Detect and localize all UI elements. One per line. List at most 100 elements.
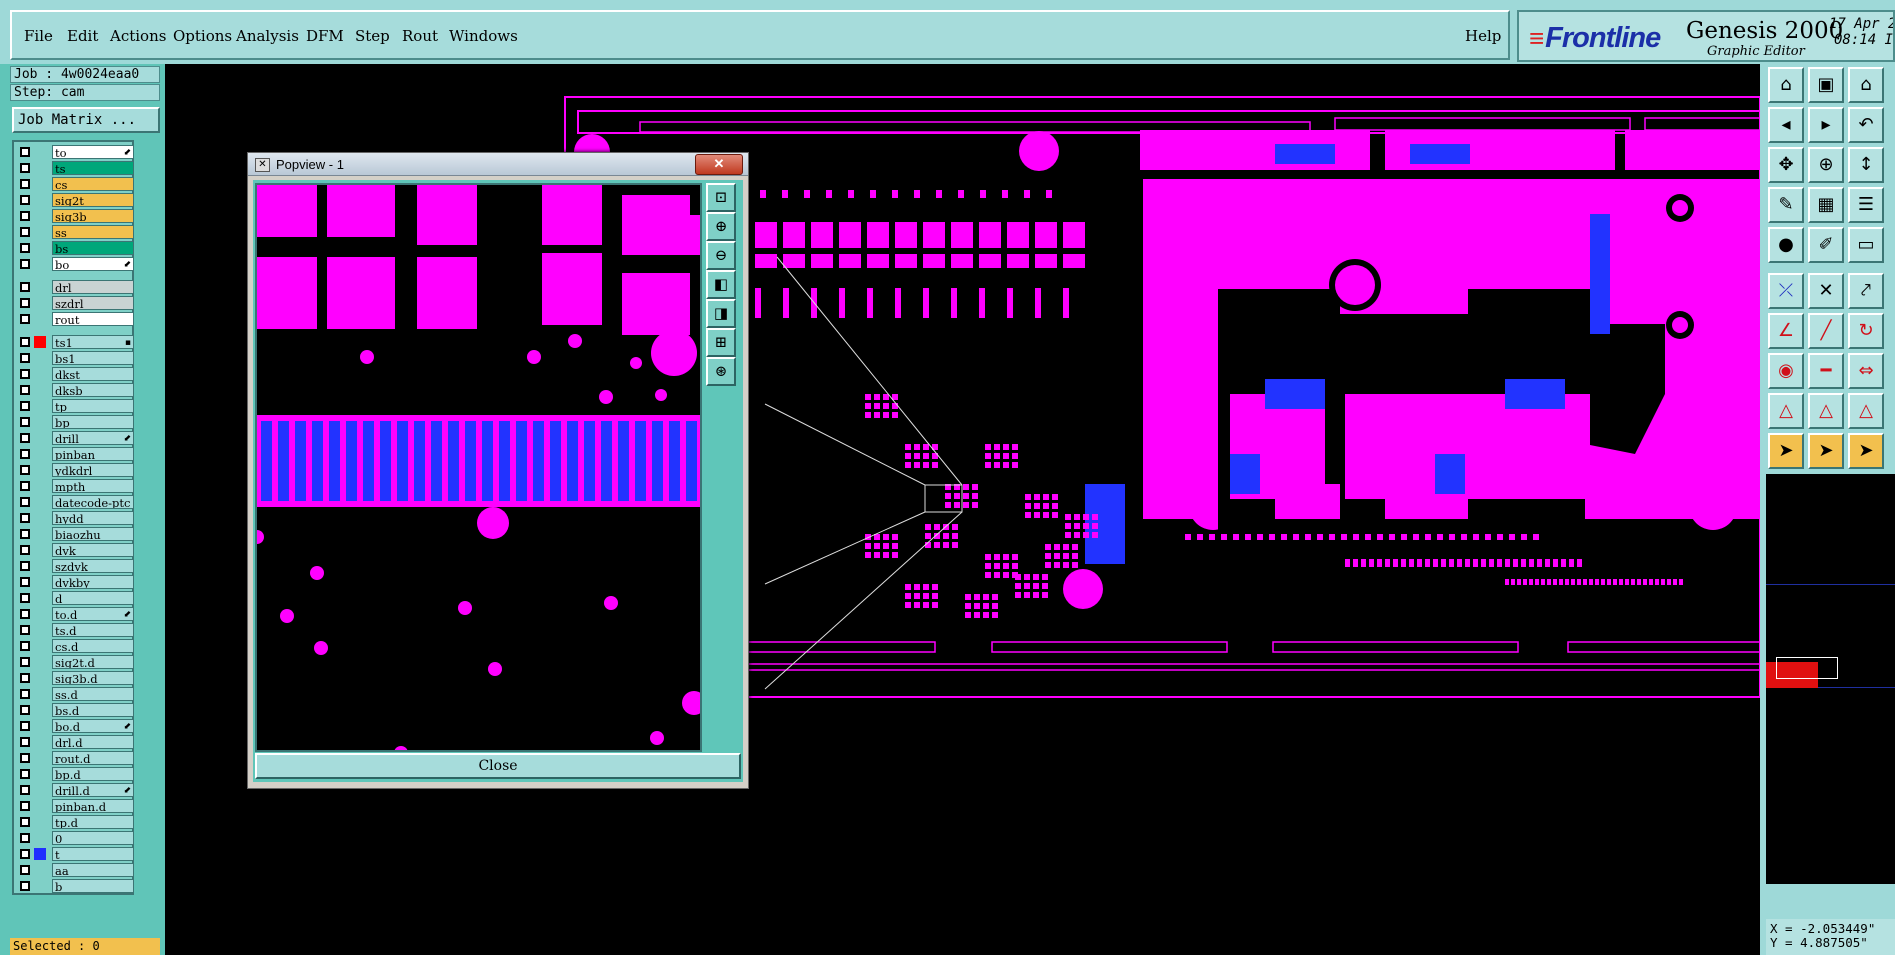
popview-titlebar[interactable]: ✕ Popview - 1 ✕: [248, 153, 748, 176]
layer-row[interactable]: ts1 ▪: [16, 335, 134, 349]
layer-name[interactable]: bo ⬋: [52, 257, 134, 271]
layer-row[interactable]: bs.d: [16, 703, 134, 717]
house-icon[interactable]: ⌂: [1848, 67, 1884, 103]
layer-name[interactable]: ts1 ▪: [52, 335, 134, 349]
diag-icon[interactable]: ╱: [1808, 313, 1844, 349]
layer-name[interactable]: drill.d ⬋: [52, 783, 134, 797]
layer-row[interactable]: sig3b: [16, 209, 134, 223]
layer-name[interactable]: sig3b: [52, 209, 134, 223]
layer-row[interactable]: drl.d: [16, 735, 134, 749]
layer-name[interactable]: cs: [52, 177, 134, 191]
layer-row[interactable]: sig2t: [16, 193, 134, 207]
layer-checkbox[interactable]: [20, 817, 30, 827]
layer-name[interactable]: bs: [52, 241, 134, 255]
overview-viewport[interactable]: [1776, 657, 1838, 679]
left-arrow-icon[interactable]: ◂: [1768, 107, 1804, 143]
layer-name[interactable]: t: [52, 847, 134, 861]
layer-name[interactable]: bp.d: [52, 767, 134, 781]
layer-row[interactable]: pinban: [16, 447, 134, 461]
pointer-icon[interactable]: ➤: [1768, 433, 1804, 469]
job-matrix-button[interactable]: Job Matrix ...: [12, 107, 160, 133]
layer-row[interactable]: bo ⬋: [16, 257, 134, 271]
layer-checkbox[interactable]: [20, 211, 30, 221]
layer-name[interactable]: bs1: [52, 351, 134, 365]
layer-name[interactable]: sig2t.d: [52, 655, 134, 669]
layer-row[interactable]: ts: [16, 161, 134, 175]
layer-row[interactable]: datecode-ptc: [16, 495, 134, 509]
zoom-fit-icon[interactable]: ⊡: [706, 183, 736, 212]
layer-name[interactable]: cs.d: [52, 639, 134, 653]
layer-row[interactable]: ydkdrl: [16, 463, 134, 477]
layer-name[interactable]: hydd: [52, 511, 134, 525]
layer-checkbox[interactable]: [20, 314, 30, 324]
layer-row[interactable]: dvkby: [16, 575, 134, 589]
layer-checkbox[interactable]: [20, 417, 30, 427]
layer-checkbox[interactable]: [20, 481, 30, 491]
rotate-icon[interactable]: ↻: [1848, 313, 1884, 349]
layer-checkbox[interactable]: [20, 513, 30, 523]
layer-row[interactable]: biaozhu: [16, 527, 134, 541]
edit-line-icon[interactable]: ✐: [1808, 227, 1844, 263]
layer-checkbox[interactable]: [20, 753, 30, 763]
layer-checkbox[interactable]: [20, 147, 30, 157]
node-icon[interactable]: ◉: [1768, 353, 1804, 389]
layer-row[interactable]: ss.d: [16, 687, 134, 701]
menu-help[interactable]: Help: [1465, 27, 1501, 45]
pointer-alt-icon[interactable]: ➤: [1848, 433, 1884, 469]
layer-checkbox[interactable]: [20, 641, 30, 651]
layer-row[interactable]: sig3b.d: [16, 671, 134, 685]
layer-name[interactable]: dkst: [52, 367, 134, 381]
layer-checkbox[interactable]: [20, 433, 30, 443]
layer-checkbox[interactable]: [20, 609, 30, 619]
layer-checkbox[interactable]: [20, 353, 30, 363]
pan-right-icon[interactable]: ◨: [706, 299, 736, 328]
popview-zoomed-board[interactable]: [257, 185, 700, 750]
layer-name[interactable]: dvkby: [52, 575, 134, 589]
layer-row[interactable]: bp: [16, 415, 134, 429]
triangle-icon[interactable]: △: [1768, 393, 1804, 429]
layer-checkbox[interactable]: [20, 259, 30, 269]
right-arrow-icon[interactable]: ▸: [1808, 107, 1844, 143]
window-close-button[interactable]: ✕: [695, 154, 743, 175]
layer-name[interactable]: rout.d: [52, 751, 134, 765]
layer-checkbox[interactable]: [20, 179, 30, 189]
popview-canvas[interactable]: [255, 183, 702, 752]
layer-row[interactable]: dvk: [16, 543, 134, 557]
layer-name[interactable]: b: [52, 879, 134, 893]
cross-icon[interactable]: ✕: [1808, 273, 1844, 309]
menu-windows[interactable]: Windows: [449, 27, 518, 45]
layer-checkbox[interactable]: [20, 545, 30, 555]
popview-close-button[interactable]: Close: [255, 753, 741, 779]
layer-row[interactable]: szdrl: [16, 296, 134, 310]
layer-name[interactable]: ss.d: [52, 687, 134, 701]
layer-checkbox[interactable]: [20, 625, 30, 635]
layer-name[interactable]: mpth: [52, 479, 134, 493]
layer-name[interactable]: pinban: [52, 447, 134, 461]
layer-checkbox[interactable]: [20, 227, 30, 237]
layer-checkbox[interactable]: [20, 769, 30, 779]
layer-row[interactable]: rout.d: [16, 751, 134, 765]
layer-row[interactable]: szdvk: [16, 559, 134, 573]
layer-checkbox[interactable]: [20, 163, 30, 173]
layer-name[interactable]: ts.d: [52, 623, 134, 637]
layer-row[interactable]: bp.d: [16, 767, 134, 781]
layer-name[interactable]: szdrl: [52, 296, 134, 310]
layer-row[interactable]: to.d ⬋: [16, 607, 134, 621]
layer-name[interactable]: ts: [52, 161, 134, 175]
draw-icon[interactable]: ∠: [1768, 313, 1804, 349]
ruler-icon[interactable]: ▭: [1848, 227, 1884, 263]
layer-checkbox[interactable]: [20, 449, 30, 459]
menu-actions[interactable]: Actions: [110, 27, 166, 45]
layer-row[interactable]: tp.d: [16, 815, 134, 829]
layer-row[interactable]: dkst: [16, 367, 134, 381]
layer-row[interactable]: 0: [16, 831, 134, 845]
link-icon[interactable]: ⤤: [1848, 273, 1884, 309]
layer-row[interactable]: ts.d: [16, 623, 134, 637]
layer-checkbox[interactable]: [20, 465, 30, 475]
layer-row[interactable]: mpth: [16, 479, 134, 493]
layer-row[interactable]: d: [16, 591, 134, 605]
dash-icon[interactable]: ━: [1808, 353, 1844, 389]
layer-name[interactable]: sig3b.d: [52, 671, 134, 685]
route-icon[interactable]: ⤫: [1768, 273, 1804, 309]
layer-checkbox[interactable]: [20, 561, 30, 571]
